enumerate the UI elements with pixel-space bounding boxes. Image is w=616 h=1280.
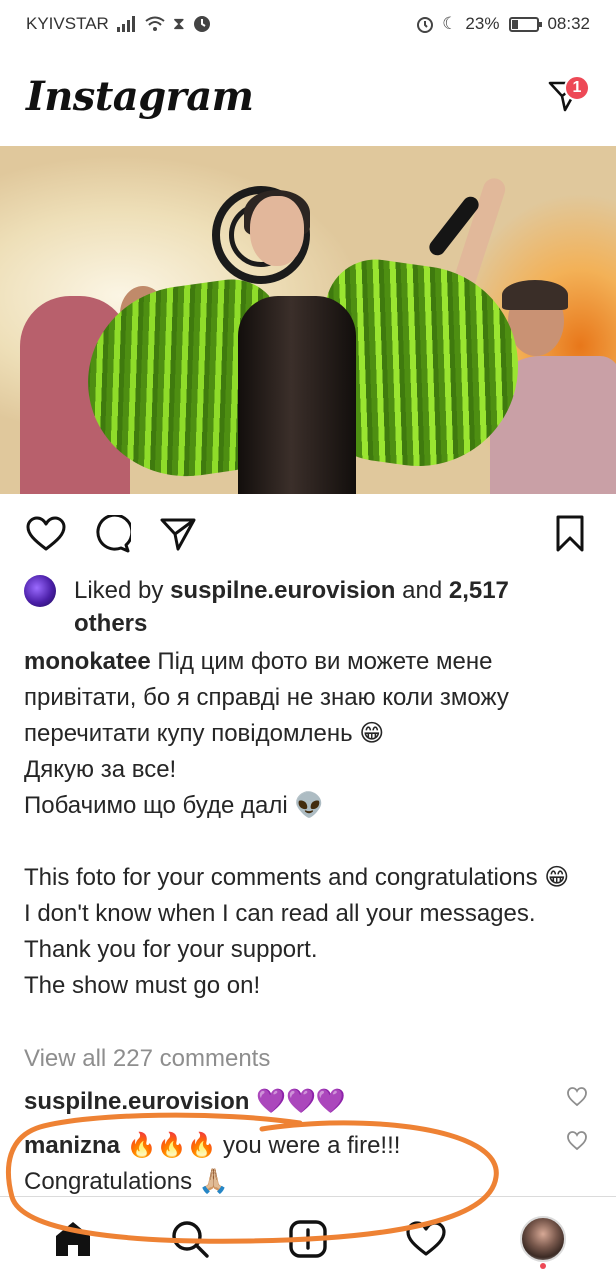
image-figure (502, 280, 568, 310)
post-caption: monokatee Під цим фото ви можете мене пр… (24, 644, 599, 1004)
send-icon (160, 518, 196, 551)
comment-button[interactable] (90, 512, 134, 556)
comment-username[interactable]: suspilne.eurovision (24, 1088, 249, 1115)
bookmark-icon (556, 515, 584, 552)
comment-like-icon[interactable] (566, 1086, 588, 1108)
comment-item: suspilne.eurovision 💜💜💜 (24, 1084, 569, 1120)
nav-profile[interactable] (515, 1211, 571, 1269)
profile-avatar (520, 1215, 567, 1262)
battery-fill (512, 19, 519, 29)
post-image[interactable] (0, 146, 616, 494)
nav-new-post[interactable] (280, 1211, 336, 1267)
instagram-logo[interactable]: Instagram (26, 73, 254, 120)
caption-line: The show must go on! (24, 972, 261, 999)
image-singer (250, 196, 304, 266)
moon-icon: ☾ (442, 14, 458, 33)
hourglass-icon: ⧗ (172, 14, 185, 33)
caption-line: This foto for your comments and congratu… (24, 864, 570, 891)
caption-line: Дякую за все! (24, 756, 177, 783)
save-button[interactable] (548, 512, 592, 556)
alarm-icon (417, 17, 434, 33)
liker-username[interactable]: suspilne.eurovision (170, 577, 395, 604)
clock-time: 08:32 (547, 14, 590, 33)
post-actions (0, 505, 616, 563)
comment-username[interactable]: manizna (24, 1132, 120, 1159)
heart-icon (405, 1220, 446, 1256)
notification-dot (540, 1262, 547, 1269)
dm-badge: 1 (564, 75, 590, 101)
status-left: KYIVSTAR ⧗ (26, 14, 211, 34)
home-icon (55, 1221, 90, 1256)
likes-prefix: Liked by (74, 577, 171, 604)
carrier-label: KYIVSTAR (26, 14, 109, 33)
caption-line (24, 824, 599, 860)
comment-like-icon[interactable] (566, 1130, 588, 1152)
status-bar: KYIVSTAR ⧗ ☾ 23% 08:32 (0, 0, 616, 48)
comment-item: manizna 🔥🔥🔥 you were a fire!!! Congratul… (24, 1128, 569, 1200)
search-icon (172, 1220, 210, 1258)
direct-messages-button[interactable]: 1 (540, 71, 590, 121)
nav-search[interactable] (162, 1211, 218, 1267)
likes-row[interactable]: Liked by suspilne.eurovision and 2,517 o… (24, 574, 584, 640)
like-button[interactable] (24, 512, 68, 556)
status-right: ☾ 23% 08:32 (416, 14, 590, 34)
wifi-icon (145, 16, 165, 31)
image-singer (238, 296, 356, 494)
share-button[interactable] (156, 512, 200, 556)
heart-icon (26, 516, 66, 551)
likes-text: Liked by suspilne.eurovision and 2,517 o… (74, 574, 584, 640)
clock-icon (193, 16, 210, 32)
signal-icon (116, 16, 135, 32)
caption-line: Побачимо що буде далі 👽 (24, 792, 325, 819)
liker-avatar (24, 575, 56, 607)
battery-icon (509, 16, 543, 32)
nav-activity[interactable] (398, 1211, 454, 1267)
app-header: Instagram 1 (0, 48, 616, 144)
comment-text: 💜💜💜 (256, 1088, 346, 1115)
caption-line: I don't know when I can read all your me… (24, 900, 536, 963)
add-post-icon (289, 1219, 327, 1258)
caption-line: monokatee Під цим фото ви можете мене пр… (24, 644, 599, 752)
likes-middle: and (395, 577, 449, 604)
caption-username[interactable]: monokatee (24, 648, 151, 675)
view-all-comments-link[interactable]: View all 227 comments (24, 1045, 270, 1073)
comment-icon (96, 515, 131, 553)
battery-percent: 23% (465, 14, 500, 33)
nav-home[interactable] (45, 1211, 101, 1267)
bottom-navigation (0, 1196, 616, 1280)
